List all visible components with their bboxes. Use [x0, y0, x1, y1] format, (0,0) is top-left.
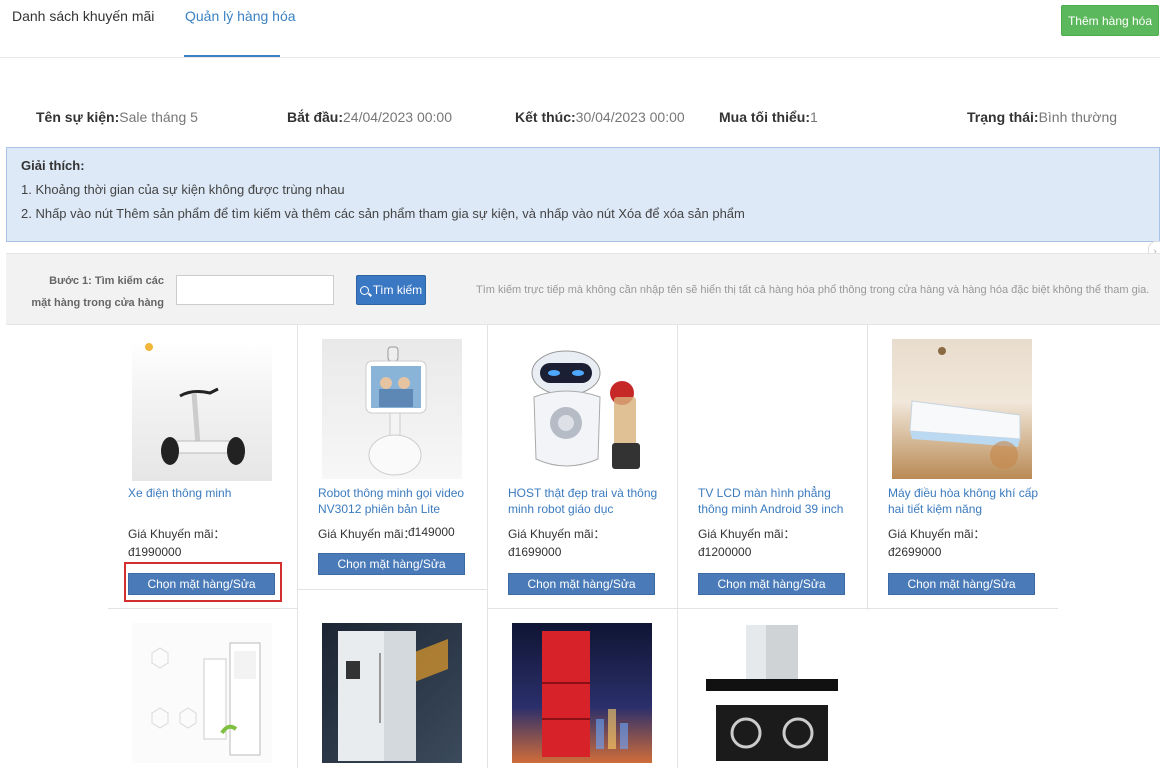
search-hint: Tìm kiếm trực tiếp mà không cần nhập tên… — [476, 284, 1150, 296]
product-name[interactable]: Robot thông minh gọi video NV3012 phiên … — [318, 485, 478, 517]
product-price: đ1200000 — [698, 545, 752, 559]
product-price: đ2699000 — [888, 545, 942, 559]
choose-edit-button[interactable]: Chọn mặt hàng/Sửa — [698, 573, 845, 595]
event-name-label: Tên sự kiện: — [36, 109, 120, 125]
standing-aircon-image — [132, 623, 272, 763]
explanation-line-2: 2. Nhấp vào nút Thêm sản phẩm để tìm kiế… — [21, 206, 745, 221]
product-name[interactable]: Xe điện thông minh — [128, 485, 288, 501]
fridge-white-image — [322, 623, 462, 763]
product-card — [498, 609, 688, 768]
min-purchase-value: 1 — [810, 109, 818, 125]
choose-edit-button[interactable]: Chọn mặt hàng/Sửa — [888, 573, 1035, 595]
event-status: Trạng thái:Bình thường — [967, 109, 1117, 125]
explanation-title: Giải thích: — [21, 158, 85, 173]
product-grid: Xe điện thông minh Giá Khuyến mãi： đ1990… — [0, 325, 1160, 768]
status-value: Bình thường — [1038, 109, 1118, 125]
event-start-value: 24/04/2023 00:00 — [343, 109, 452, 125]
tv-image — [702, 339, 842, 479]
status-label: Trạng thái: — [967, 109, 1039, 125]
highlight-box — [124, 562, 282, 602]
product-name[interactable]: HOST thật đẹp trai và thông minh robot g… — [508, 485, 668, 517]
product-card: HOST thật đẹp trai và thông minh robot g… — [498, 325, 688, 608]
price-label: Giá Khuyến mãi： — [318, 527, 416, 541]
event-end: Kết thúc:30/04/2023 00:00 — [515, 109, 685, 125]
search-icon — [359, 286, 369, 295]
event-name-value: Sale tháng 5 — [119, 109, 198, 125]
product-price: đ1990000 — [128, 545, 182, 559]
event-start: Bắt đầu:24/04/2023 00:00 — [287, 109, 452, 125]
product-card — [118, 609, 308, 768]
product-name[interactable]: TV LCD màn hình phẳng thông minh Android… — [698, 485, 858, 517]
price-label: Giá Khuyến mãi： — [508, 527, 606, 541]
product-card — [308, 609, 498, 768]
edu-robot-image — [512, 339, 652, 479]
range-hood-image — [702, 623, 842, 763]
product-name[interactable]: Máy điều hòa không khí cấp hai tiết kiệm… — [888, 485, 1048, 517]
event-min-purchase: Mua tối thiểu:1 — [719, 109, 818, 125]
event-end-label: Kết thúc: — [515, 109, 576, 125]
search-input[interactable] — [176, 275, 334, 305]
price-label: Giá Khuyến mãi： — [698, 527, 796, 541]
tab-bar: Danh sách khuyến mãi Quản lý hàng hóa Th… — [0, 0, 1160, 58]
price-label: Giá Khuyến mãi： — [128, 527, 226, 541]
choose-edit-button[interactable]: Chọn mặt hàng/Sửa — [508, 573, 655, 595]
choose-edit-button[interactable]: Chọn mặt hàng/Sửa — [318, 553, 465, 575]
product-price: đ1699000 — [508, 545, 562, 559]
search-button[interactable]: Tìm kiếm — [356, 275, 426, 305]
event-start-label: Bắt đầu: — [287, 109, 343, 125]
search-step-label: Bước 1: Tìm kiếm các mặt hàng trong cửa … — [31, 275, 164, 309]
explanation-box: Giải thích: 1. Khoảng thời gian của sự k… — [6, 147, 1160, 242]
product-card: TV LCD màn hình phẳng thông minh Android… — [688, 325, 878, 608]
event-name: Tên sự kiện:Sale tháng 5 — [36, 109, 198, 125]
grid-divider — [298, 589, 488, 590]
explanation-line-1: 1. Khoảng thời gian của sự kiện không đư… — [21, 182, 345, 197]
product-card — [688, 609, 878, 768]
product-card: Robot thông minh gọi video NV3012 phiên … — [308, 325, 498, 589]
product-card: Máy điều hòa không khí cấp hai tiết kiệm… — [878, 325, 1068, 608]
event-end-value: 30/04/2023 00:00 — [575, 109, 685, 125]
segway-image — [132, 341, 272, 481]
tab-promotion-list[interactable]: Danh sách khuyến mãi — [12, 8, 154, 24]
price-label: Giá Khuyến mãi： — [888, 527, 986, 541]
tab-product-management[interactable]: Quản lý hàng hóa — [185, 8, 296, 24]
add-product-button[interactable]: Thêm hàng hóa — [1061, 5, 1159, 36]
min-purchase-label: Mua tối thiểu: — [719, 109, 810, 125]
fridge-red-image — [512, 623, 652, 763]
search-button-label: Tìm kiếm — [372, 283, 423, 297]
video-robot-image — [322, 339, 462, 479]
search-panel: Bước 1: Tìm kiếm các mặt hàng trong cửa … — [6, 253, 1160, 325]
aircon-image — [892, 339, 1032, 479]
product-price: đ149000 — [408, 525, 455, 539]
active-tab-indicator — [184, 55, 280, 57]
